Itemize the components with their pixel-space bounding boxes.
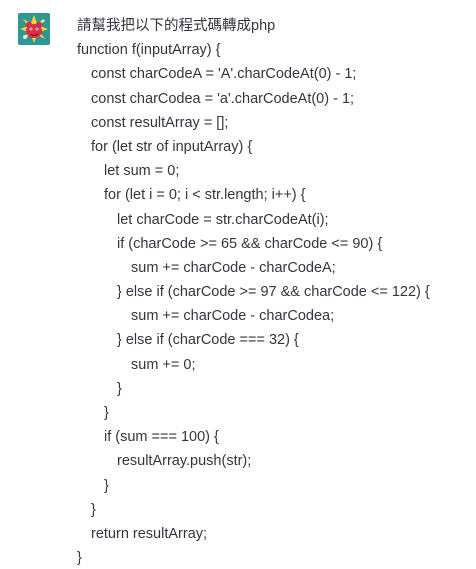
code-line: let sum = 0;: [104, 163, 180, 180]
code-line: } else if (charCode === 32) {: [117, 332, 299, 349]
code-line: const charCodeA = 'A'.charCodeAt(0) - 1;: [91, 66, 357, 83]
code-line: for (let i = 0; i < str.length; i++) {: [104, 187, 306, 204]
code-line: if (sum === 100) {: [104, 429, 219, 446]
code-line: }: [77, 550, 82, 567]
code-line: sum += charCode - charCodea;: [131, 308, 335, 325]
code-line: for (let str of inputArray) {: [91, 138, 253, 155]
code-line: sum += charCode - charCodeA;: [131, 259, 336, 276]
prompt-text: 請幫我把以下的程式碼轉成php: [77, 18, 276, 34]
code-line: if (charCode >= 65 && charCode <= 90) {: [117, 235, 383, 252]
code-line: const charCodea = 'a'.charCodeAt(0) - 1;: [91, 90, 355, 107]
code-line: function f(inputArray) {: [77, 42, 221, 59]
code-line: resultArray.push(str);: [117, 453, 252, 470]
message-content: 請幫我把以下的程式碼轉成php function f(inputArray) {…: [77, 14, 467, 569]
code-line: }: [104, 477, 109, 494]
code-line: } else if (charCode >= 97 && charCode <=…: [117, 284, 430, 301]
code-line: sum += 0;: [131, 356, 196, 373]
user-message: 請幫我把以下的程式碼轉成php function f(inputArray) {…: [0, 0, 476, 569]
code-line: }: [117, 380, 122, 397]
code-line: return resultArray;: [91, 525, 208, 542]
code-line: }: [91, 501, 96, 518]
code-line: const resultArray = [];: [91, 114, 229, 131]
code-line: let charCode = str.charCodeAt(i);: [117, 211, 329, 228]
user-avatar-icon: [18, 13, 50, 45]
code-block: function f(inputArray) { const charCodeA …: [77, 38, 467, 569]
code-line: }: [104, 405, 109, 421]
